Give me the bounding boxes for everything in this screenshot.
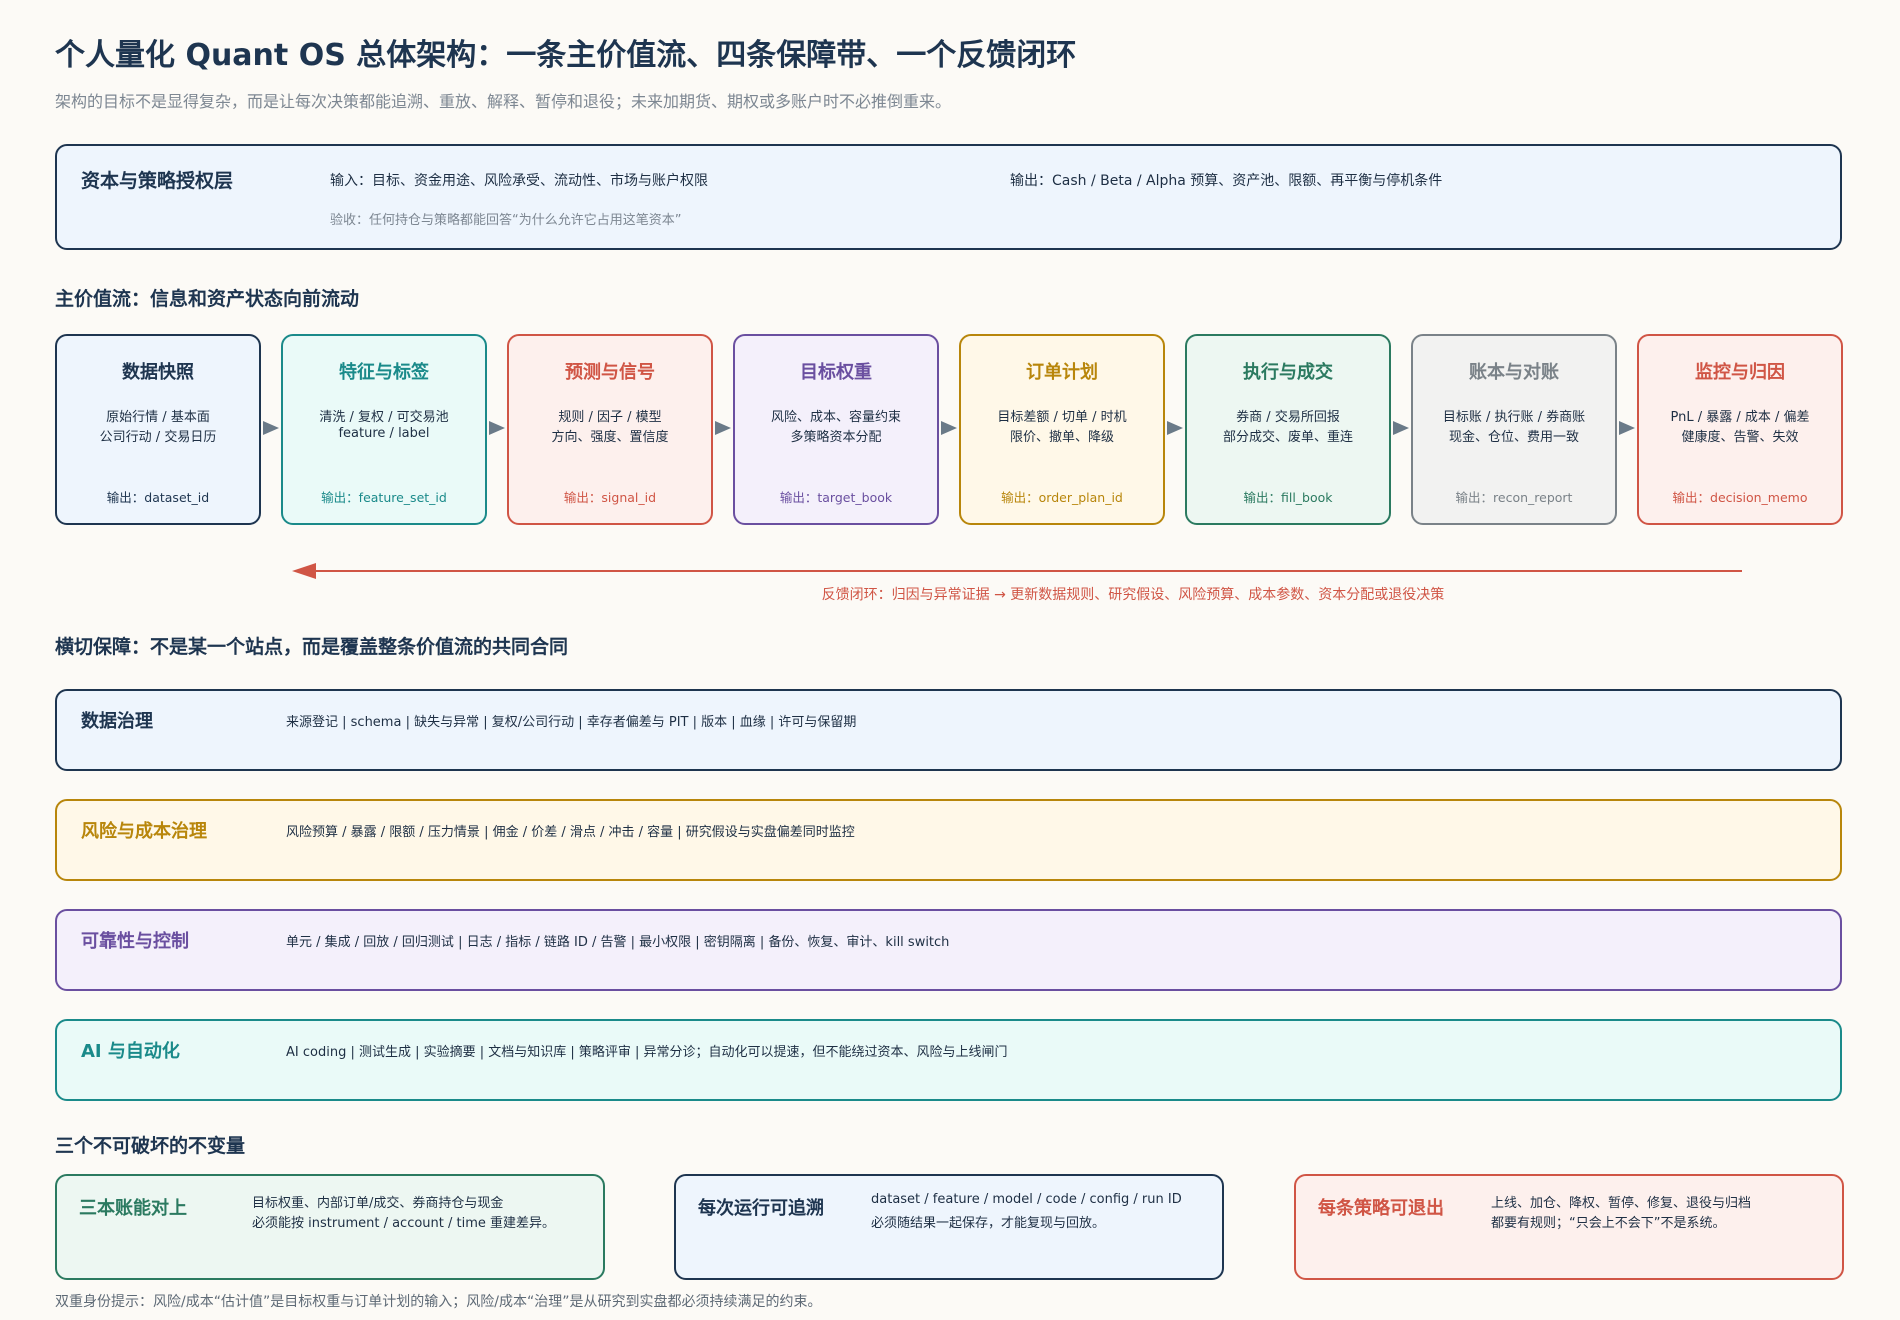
guarantee-band: 可靠性与控制 单元 / 集成 / 回放 / 回归测试 | 日志 / 指标 / 链路… xyxy=(55,909,1842,991)
feedback-loop-arrow xyxy=(292,563,1742,579)
invariant-card: 三本账能对上 目标权重、内部订单/成交、券商持仓与现金必须能按 instrumen… xyxy=(55,1174,605,1280)
invariant-card: 每条策略可退出 上线、加仓、降权、暂停、修复、退役与归档 都要有规则；“只会上不会下… xyxy=(1294,1174,1844,1280)
guarantee-band: 风险与成本治理 风险预算 / 暴露 / 限额 / 压力情景 | 佣金 / 价差 /… xyxy=(55,799,1842,881)
invariant-line-2: 必须随结果一起保存，才能复现与回放。 xyxy=(871,1216,1106,1231)
band-desc: 单元 / 集成 / 回放 / 回归测试 | 日志 / 指标 / 链路 ID / … xyxy=(286,935,950,950)
invariant-line-1: 目标权重、内部订单/成交、券商持仓与现金 xyxy=(252,1196,504,1211)
invariant-card: 每次运行可追溯 dataset / feature / model / code … xyxy=(674,1174,1224,1280)
guarantee-band: 数据治理 来源登记 | schema | 缺失与异常 | 复权/公司行动 | 幸存… xyxy=(55,689,1842,771)
invariants-section-title: 三个不可破坏的不变量 xyxy=(55,1135,246,1157)
invariant-line-2: 都要有规则；“只会上不会下”不是系统。 xyxy=(1491,1216,1726,1231)
feedback-loop-label: 反馈闭环：归因与异常证据 → 更新数据规则、研究假设、风险预算、成本参数、资本分… xyxy=(821,587,1445,603)
band-name: 数据治理 xyxy=(81,711,153,732)
invariant-line-1: 上线、加仓、降权、暂停、修复、退役与归档 xyxy=(1491,1196,1752,1211)
invariant-line-1: dataset / feature / model / code / confi… xyxy=(871,1192,1182,1207)
footnote: 双重身份提示：风险/成本“估计值”是目标权重与订单计划的输入；风险/成本“治理”… xyxy=(55,1294,822,1310)
band-desc: AI coding | 测试生成 | 实验摘要 | 文档与知识库 | 策略评审 … xyxy=(286,1045,1008,1060)
invariant-line-2: 必须能按 instrument / account / time 重建差异。 xyxy=(252,1216,556,1231)
band-desc: 来源登记 | schema | 缺失与异常 | 复权/公司行动 | 幸存者偏差与… xyxy=(286,715,857,730)
invariant-name: 每条策略可退出 xyxy=(1318,1198,1444,1219)
guarantees-section-title: 横切保障：不是某一个站点，而是覆盖整条价值流的共同合同 xyxy=(55,636,569,658)
band-name: 风险与成本治理 xyxy=(81,821,207,842)
invariant-name: 每次运行可追溯 xyxy=(698,1198,824,1219)
band-desc: 风险预算 / 暴露 / 限额 / 压力情景 | 佣金 / 价差 / 滑点 / 冲… xyxy=(286,825,855,840)
band-name: 可靠性与控制 xyxy=(81,931,189,952)
band-name: AI 与自动化 xyxy=(81,1041,180,1062)
invariant-name: 三本账能对上 xyxy=(79,1198,187,1219)
guarantee-band: AI 与自动化 AI coding | 测试生成 | 实验摘要 | 文档与知识库 … xyxy=(55,1019,1842,1101)
